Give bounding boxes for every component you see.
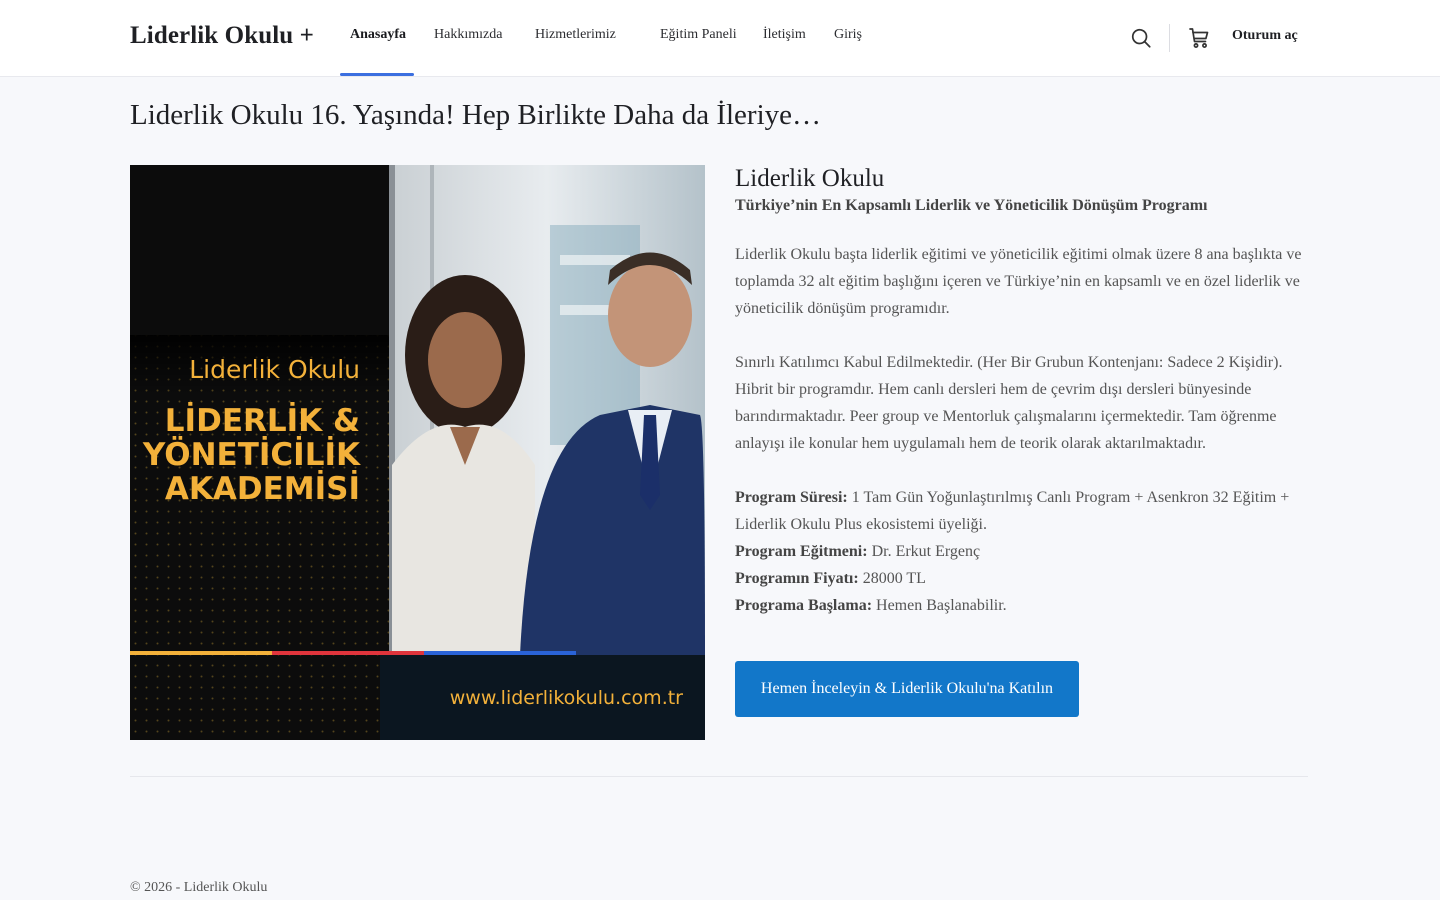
header-divider — [1169, 24, 1170, 52]
nav-item-giris[interactable]: Giriş — [834, 27, 862, 43]
detail-value: Dr. Erkut Ergenç — [867, 543, 981, 560]
nav-item-egitim-paneli[interactable]: Eğitim Paneli — [660, 27, 737, 43]
search-icon[interactable] — [1130, 27, 1152, 49]
nav-item-hakkimizda[interactable]: Hakkımızda — [434, 27, 502, 43]
detail-label: Program Süresi: — [735, 489, 848, 506]
site-header: Liderlik Okulu + Anasayfa Hakkımızda Hiz… — [0, 0, 1440, 77]
detail-duration: Program Süresi: 1 Tam Gün Yoğunlaştırılm… — [735, 484, 1315, 538]
detail-label: Programın Fiyatı: — [735, 570, 859, 587]
nav-active-indicator — [340, 73, 414, 76]
detail-start: Programa Başlama: Hemen Başlanabilir. — [735, 592, 1315, 619]
program-participation-info: Sınırlı Katılımcı Kabul Edilmektedir. (H… — [735, 354, 1283, 452]
detail-value: Hemen Başlanabilir. — [872, 597, 1007, 614]
program-details: Program Süresi: 1 Tam Gün Yoğunlaştırılm… — [735, 484, 1315, 619]
program-title: Liderlik Okulu — [735, 165, 885, 192]
program-info: Liderlik Okulu Türkiye’nin En Kapsamlı L… — [735, 164, 1315, 619]
cart-icon[interactable] — [1187, 26, 1211, 50]
site-logo[interactable]: Liderlik Okulu + — [130, 22, 314, 50]
hero-illustration: Liderlik Okulu LİDERLİK & YÖNETİCİLİK AK… — [130, 165, 705, 740]
program-description: Liderlik Okulu başta liderlik eğitimi ve… — [735, 246, 1302, 317]
hero-line-2: YÖNETİCİLİK — [142, 436, 361, 473]
detail-price: Programın Fiyatı: 28000 TL — [735, 565, 1315, 592]
hero-url-text: www.liderlikokulu.com.tr — [450, 687, 683, 709]
page-title: Liderlik Okulu 16. Yaşında! Hep Birlikte… — [130, 99, 822, 131]
footer-divider — [130, 776, 1308, 777]
detail-value: 28000 TL — [858, 570, 926, 587]
hero-line-3: AKADEMİSİ — [165, 471, 360, 507]
nav-item-iletisim[interactable]: İletişim — [763, 27, 806, 43]
detail-instructor: Program Eğitmeni: Dr. Erkut Ergenç — [735, 538, 1315, 565]
hero-line-1: LİDERLİK & — [165, 403, 360, 439]
nav-item-anasayfa[interactable]: Anasayfa — [350, 27, 406, 43]
footer-copyright: © 2026 - Liderlik Okulu — [130, 880, 268, 895]
detail-label: Programa Başlama: — [735, 597, 873, 614]
hero-brand-text: Liderlik Okulu — [189, 355, 360, 384]
join-button[interactable]: Hemen İnceleyin & Liderlik Okulu'na Katı… — [735, 661, 1079, 717]
login-link[interactable]: Oturum aç — [1232, 28, 1298, 44]
hero-image: Liderlik Okulu LİDERLİK & YÖNETİCİLİK AK… — [130, 165, 705, 740]
nav-item-hizmetlerimiz[interactable]: Hizmetlerimiz — [535, 27, 616, 43]
program-subtitle: Türkiye’nin En Kapsamlı Liderlik ve Yöne… — [735, 197, 1208, 214]
detail-label: Program Eğitmeni: — [735, 543, 868, 560]
